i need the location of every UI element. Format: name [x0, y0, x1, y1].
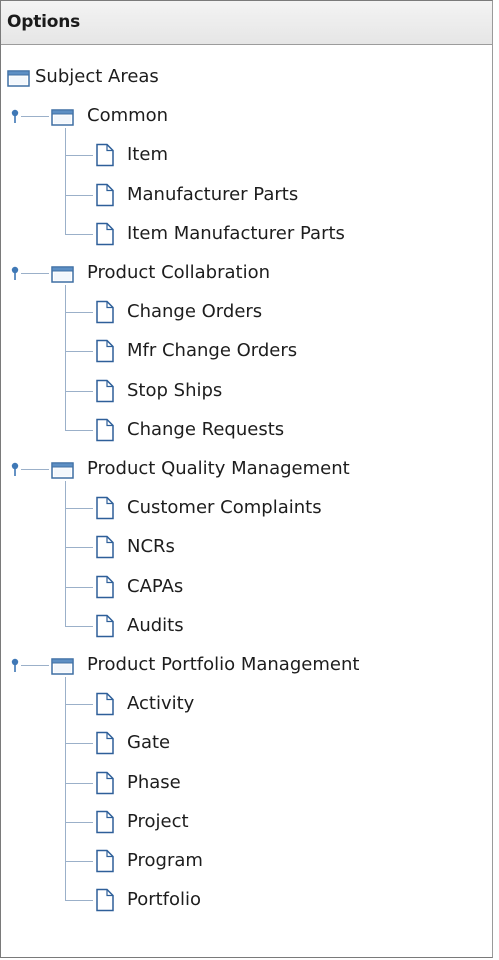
document-icon	[95, 575, 115, 603]
expand-handle-icon[interactable]	[9, 108, 25, 130]
tree-leaf-label: Mfr Change Orders	[127, 340, 298, 362]
folder-icon	[7, 68, 31, 92]
tree-leaf-node[interactable]: Gate	[1, 725, 492, 761]
document-icon	[95, 183, 115, 211]
document-icon	[95, 614, 115, 642]
options-panel: Options Subject Areas Common Item Manufactu…	[0, 0, 493, 958]
tree-leaf-label: Phase	[127, 771, 181, 793]
tree-leaf-node[interactable]: Project	[1, 804, 492, 840]
tree-leaf-label: Activity	[127, 693, 195, 715]
document-icon	[95, 300, 115, 328]
folder-icon	[51, 264, 75, 288]
tree-leaf-label: CAPAs	[127, 575, 184, 597]
tree-connector-vertical	[65, 128, 66, 234]
tree-leaf-label: Manufacturer Parts	[127, 183, 299, 205]
document-icon	[95, 771, 115, 799]
tree-leaf-node[interactable]: Item Manufacturer Parts	[1, 216, 492, 252]
subject-areas-tree: Subject Areas Common Item Manufacturer Part…	[1, 45, 492, 957]
document-icon	[95, 418, 115, 446]
tree-group-node[interactable]: Common	[1, 98, 492, 134]
tree-leaf-node[interactable]: Mfr Change Orders	[1, 333, 492, 369]
tree-leaf-label: Customer Complaints	[127, 497, 322, 519]
document-icon	[95, 379, 115, 407]
tree-leaf-label: Program	[127, 850, 203, 871]
tree-leaf-node[interactable]: Change Requests	[1, 412, 492, 448]
tree-leaf-node[interactable]: Audits	[1, 608, 492, 644]
tree-leaf-node[interactable]: Stop Ships	[1, 373, 492, 409]
tree-leaf-node[interactable]: Customer Complaints	[1, 490, 492, 526]
expand-handle-icon[interactable]	[9, 265, 25, 287]
tree-leaf-label: Change Requests	[127, 418, 285, 440]
tree-group-label: Product Collabration	[87, 262, 271, 283]
expand-handle-icon[interactable]	[9, 657, 25, 679]
tree-leaf-node[interactable]: Item	[1, 137, 492, 173]
tree-root-node[interactable]: Subject Areas	[1, 59, 492, 95]
panel-title: Options	[7, 12, 81, 32]
tree-leaf-label: Stop Ships	[127, 379, 223, 401]
tree-leaf-node[interactable]: Change Orders	[1, 294, 492, 330]
tree-leaf-label: NCRs	[127, 536, 175, 558]
tree-leaf-node[interactable]: Manufacturer Parts	[1, 177, 492, 213]
tree-group-node[interactable]: Product Quality Management	[1, 451, 492, 487]
tree-leaf-node[interactable]: Portfolio	[1, 882, 492, 918]
tree-leaf-label: Change Orders	[127, 301, 263, 323]
document-icon	[95, 535, 115, 563]
expand-handle-icon[interactable]	[9, 461, 25, 483]
tree-leaf-node[interactable]: NCRs	[1, 529, 492, 565]
tree-connector-vertical	[65, 481, 66, 626]
document-icon	[95, 810, 115, 838]
tree-leaf-node[interactable]: Phase	[1, 765, 492, 801]
tree-leaf-node[interactable]: Program	[1, 843, 492, 879]
document-icon	[95, 143, 115, 171]
options-header: Options	[1, 1, 492, 45]
document-icon	[95, 692, 115, 720]
tree-group-node[interactable]: Product Portfolio Management	[1, 647, 492, 683]
folder-icon	[51, 460, 75, 484]
document-icon	[95, 731, 115, 759]
tree-leaf-label: Portfolio	[127, 889, 202, 911]
tree-leaf-label: Project	[127, 810, 189, 832]
tree-leaf-label: Audits	[127, 614, 184, 636]
tree-leaf-node[interactable]: CAPAs	[1, 569, 492, 605]
tree-connector-vertical	[65, 677, 66, 901]
tree-leaf-label: Item	[127, 144, 168, 166]
tree-node-label: Subject Areas	[35, 66, 159, 87]
document-icon	[95, 496, 115, 524]
tree-group-label: Product Portfolio Management	[87, 654, 360, 675]
document-icon	[95, 339, 115, 367]
tree-leaf-label: Item Manufacturer Parts	[127, 222, 345, 244]
tree-connector-vertical	[65, 285, 66, 430]
document-icon	[95, 222, 115, 250]
document-icon	[95, 888, 115, 916]
tree-group-label: Product Quality Management	[87, 458, 350, 479]
tree-leaf-node[interactable]: Activity	[1, 686, 492, 722]
document-icon	[95, 849, 115, 877]
folder-icon	[51, 656, 75, 680]
tree-leaf-label: Gate	[127, 732, 171, 754]
tree-group-label: Common	[87, 105, 169, 127]
tree-group-node[interactable]: Product Collabration	[1, 255, 492, 291]
folder-icon	[51, 107, 75, 131]
